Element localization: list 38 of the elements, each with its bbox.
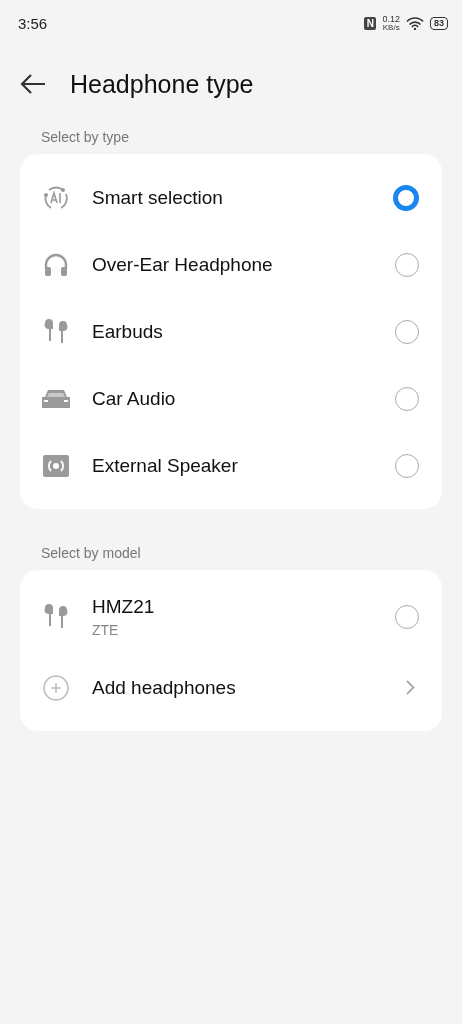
earbuds-icon (43, 604, 69, 630)
radio-button[interactable] (395, 386, 419, 411)
option-label: HMZ21 (92, 596, 156, 618)
option-row[interactable]: Earbuds (20, 298, 442, 365)
option-row[interactable]: Over-Ear Headphone (20, 231, 442, 298)
radio-button[interactable] (395, 319, 419, 344)
radio-button[interactable] (395, 252, 419, 277)
headphones-icon (43, 251, 69, 278)
radio-button[interactable] (395, 453, 419, 478)
option-row[interactable]: External Speaker (20, 432, 442, 499)
wifi-icon (406, 16, 424, 30)
battery-level: 83 (430, 16, 448, 30)
option-label: Over-Ear Headphone (92, 253, 274, 276)
status-time: 3:56 (18, 14, 48, 32)
speed-unit: KB/s (382, 23, 400, 32)
car-icon (41, 387, 71, 410)
network-speed: 0.12 (382, 14, 400, 24)
option-row[interactable]: Add headphones (20, 654, 442, 721)
nfc-indicator: N (364, 16, 377, 30)
option-row[interactable]: Car Audio (20, 365, 442, 432)
option-subtitle: ZTE (92, 622, 120, 638)
radio-button[interactable] (395, 605, 419, 629)
option-label: Earbuds (92, 320, 164, 343)
earbuds-icon (43, 318, 69, 345)
speaker-icon (43, 454, 69, 477)
option-label: External Speaker (92, 454, 239, 477)
add-icon (43, 674, 69, 701)
option-row[interactable]: Smart selection (20, 164, 442, 231)
option-label: Add headphones (92, 676, 237, 699)
ai-icon (43, 184, 69, 211)
chevron-icon (406, 680, 415, 695)
page-title: Headphone type (70, 69, 254, 99)
option-label: Car Audio (92, 387, 177, 410)
section-label: Select by type (40, 129, 130, 145)
radio-button[interactable] (393, 184, 419, 211)
option-row[interactable]: HMZ21 ZTE (20, 580, 442, 654)
section-label: Select by model (40, 545, 142, 561)
option-label: Smart selection (92, 186, 224, 209)
